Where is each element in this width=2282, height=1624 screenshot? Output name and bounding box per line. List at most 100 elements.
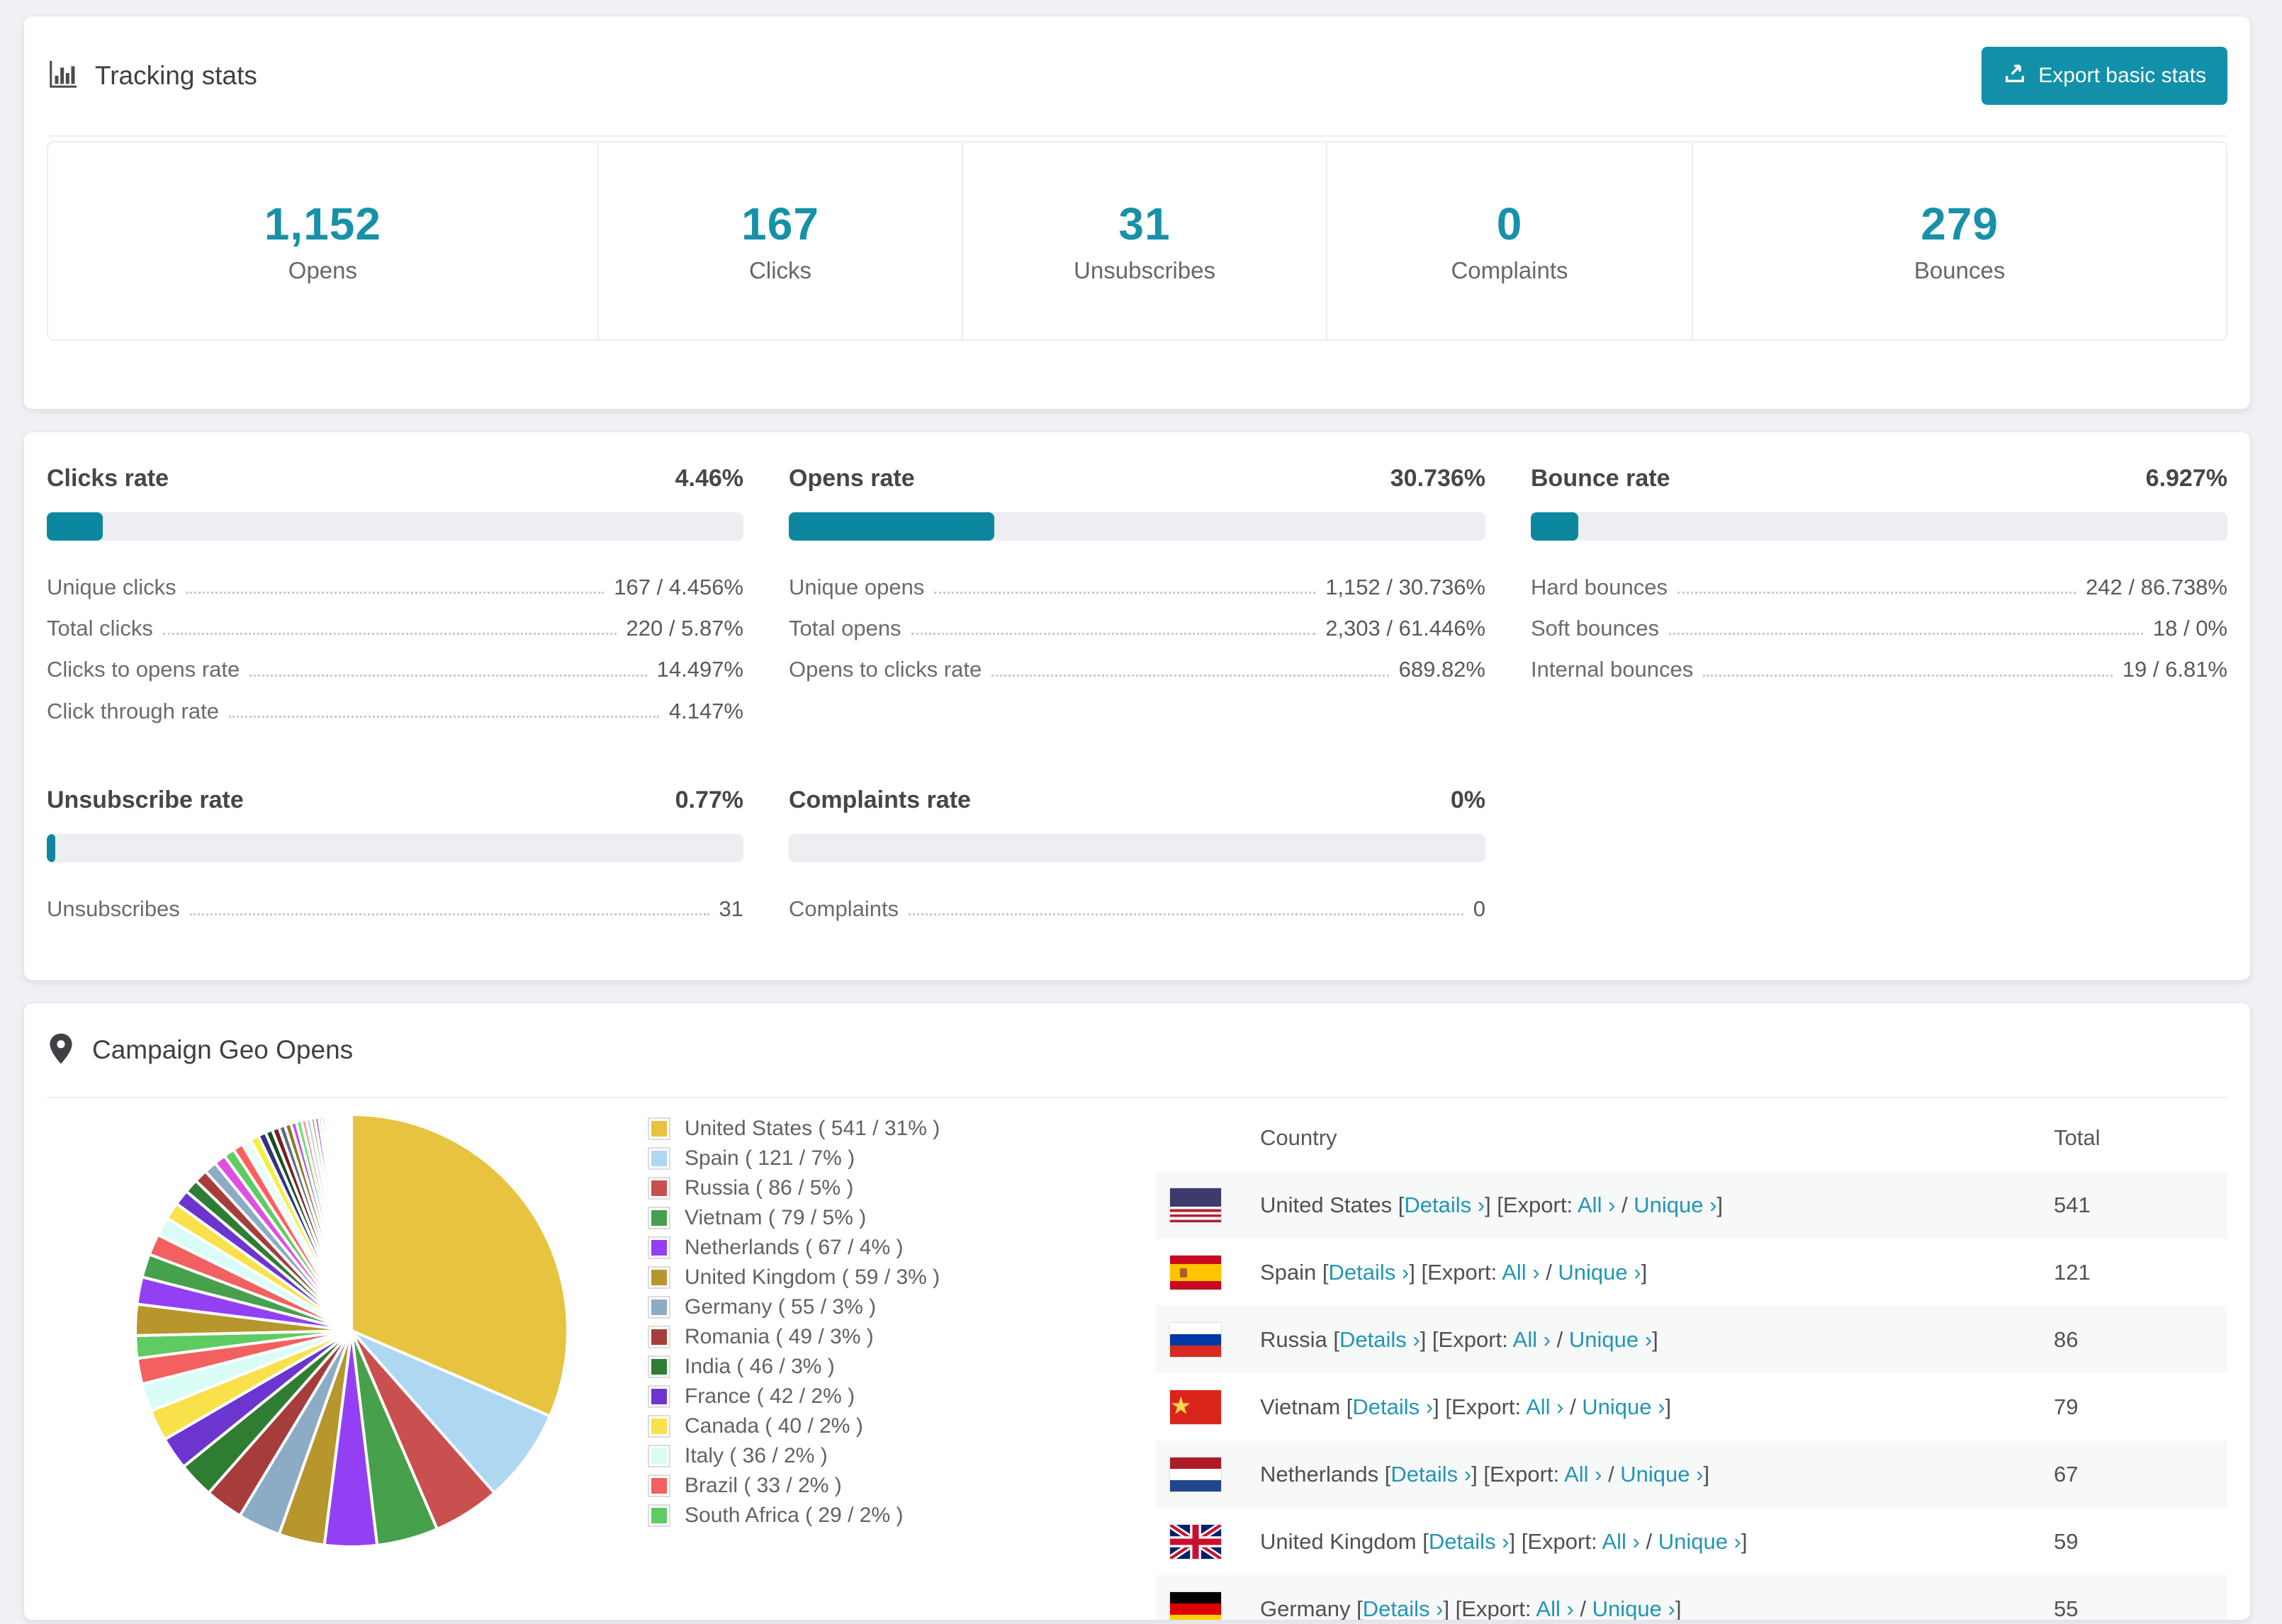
details-link[interactable]: Details › xyxy=(1429,1529,1510,1554)
dotted-leader xyxy=(186,592,605,594)
geo-content: United States ( 541 / 31% ) Spain ( 121 /… xyxy=(47,1104,2227,1620)
legend-item-italy[interactable]: Italy ( 36 / 2% ) xyxy=(648,1441,1046,1471)
rate-row-unsubscribes: Unsubscribes 31 xyxy=(47,896,743,921)
pie-slice-other[interactable] xyxy=(349,1113,353,1331)
rate-block-complaints-rate: Complaints rate 0% Complaints 0 xyxy=(789,786,1485,939)
details-link[interactable]: Details › xyxy=(1339,1327,1420,1352)
stat-value: 0 xyxy=(1496,198,1523,249)
rate-row-unique-clicks: Unique clicks 167 / 4.456% xyxy=(47,575,743,599)
legend-item-south-africa[interactable]: South Africa ( 29 / 2% ) xyxy=(648,1501,1046,1530)
legend-item-canada[interactable]: Canada ( 40 / 2% ) xyxy=(648,1411,1046,1441)
dotted-leader xyxy=(991,674,1389,677)
export-unique-link[interactable]: Unique › xyxy=(1620,1462,1703,1487)
export-icon xyxy=(2003,61,2027,91)
rate-row-value: 4.147% xyxy=(668,698,743,723)
dotted-leader xyxy=(909,913,1463,916)
legend-item-france[interactable]: France ( 42 / 2% ) xyxy=(648,1382,1046,1411)
rate-header: Opens rate 30.736% xyxy=(789,465,1485,492)
legend-item-germany[interactable]: Germany ( 55 / 3% ) xyxy=(648,1292,1046,1322)
rate-row-label: Clicks to opens rate xyxy=(47,657,240,682)
export-unique-link[interactable]: Unique › xyxy=(1558,1260,1641,1285)
progress-bar-fill xyxy=(47,833,55,862)
rate-row-value: 2,303 / 61.446% xyxy=(1325,616,1485,641)
progress-bar-fill xyxy=(1531,512,1578,541)
export-all-link[interactable]: All › xyxy=(1564,1462,1602,1487)
rate-block-bounce-rate: Bounce rate 6.927% Hard bounces 242 / 86.73… xyxy=(1531,465,2227,741)
rate-row-click-through-rate: Click through rate 4.147% xyxy=(47,698,743,723)
legend-item-vietnam[interactable]: Vietnam ( 79 / 5% ) xyxy=(648,1203,1046,1233)
page-title: Tracking stats xyxy=(95,61,257,90)
export-all-link[interactable]: All › xyxy=(1502,1260,1539,1285)
legend-label: South Africa ( 29 / 2% ) xyxy=(685,1504,904,1528)
export-all-link[interactable]: All › xyxy=(1526,1394,1563,1419)
export-unique-link[interactable]: Unique › xyxy=(1592,1596,1675,1620)
progress-bar-track xyxy=(47,512,743,541)
rate-row-value: 220 / 5.87% xyxy=(626,616,743,641)
export-unique-link[interactable]: Unique › xyxy=(1582,1394,1665,1419)
flag-ru-icon xyxy=(1170,1322,1221,1357)
legend-swatch xyxy=(648,1504,670,1528)
header-divider xyxy=(47,135,2227,137)
column-header-country: Country xyxy=(1260,1124,1337,1150)
legend-item-united-states[interactable]: United States ( 541 / 31% ) xyxy=(648,1114,1046,1144)
export-all-link[interactable]: All › xyxy=(1578,1192,1615,1217)
legend-label: Germany ( 55 / 3% ) xyxy=(685,1295,877,1319)
geo-header: Campaign Geo Opens xyxy=(47,1003,2227,1097)
rate-row-value: 31 xyxy=(719,896,743,921)
progress-bar-track xyxy=(789,512,1485,541)
bar-chart-icon xyxy=(47,58,79,94)
export-all-link[interactable]: All › xyxy=(1513,1327,1551,1352)
export-all-link[interactable]: All › xyxy=(1602,1529,1639,1554)
export-unique-link[interactable]: Unique › xyxy=(1634,1192,1716,1217)
stat-card-bounces: 279 Bounces xyxy=(1692,142,2226,339)
table-row-russia: Russia [Details ›] [Export: All › / Uniq… xyxy=(1156,1306,2227,1374)
rate-row-label: Soft bounces xyxy=(1531,616,1659,641)
country-cell: Germany [Details ›] [Export: All › / Uni… xyxy=(1260,1596,1682,1621)
details-link[interactable]: Details › xyxy=(1352,1394,1433,1419)
rate-header: Unsubscribe rate 0.77% xyxy=(47,786,743,814)
stat-label: Unsubscribes xyxy=(1074,257,1215,283)
legend-item-romania[interactable]: Romania ( 49 / 3% ) xyxy=(648,1322,1046,1352)
progress-bar-fill xyxy=(789,512,994,541)
legend-swatch xyxy=(648,1415,670,1438)
rate-header: Bounce rate 6.927% xyxy=(1531,465,2227,492)
rate-row-value: 19 / 6.81% xyxy=(2122,657,2227,682)
legend-item-russia[interactable]: Russia ( 86 / 5% ) xyxy=(648,1173,1046,1203)
legend-item-spain[interactable]: Spain ( 121 / 7% ) xyxy=(648,1144,1046,1173)
map-pin-icon xyxy=(47,1032,75,1068)
legend-swatch xyxy=(648,1266,670,1290)
total-cell: 55 xyxy=(2054,1596,2079,1621)
geo-table-header: Country Total xyxy=(1156,1104,2227,1171)
tracking-stats-card: Tracking stats Export basic stats 1,152 O… xyxy=(23,16,2251,410)
legend-swatch xyxy=(648,1207,670,1230)
rate-name: Opens rate xyxy=(789,465,915,492)
flag-es-icon xyxy=(1170,1255,1221,1290)
legend-swatch xyxy=(648,1147,670,1171)
rate-rows: Unsubscribes 31 xyxy=(47,896,743,921)
flag-nl-icon xyxy=(1170,1457,1221,1492)
legend-swatch xyxy=(648,1236,670,1260)
legend-item-united-kingdom[interactable]: United Kingdom ( 59 / 3% ) xyxy=(648,1263,1046,1292)
export-unique-link[interactable]: Unique › xyxy=(1658,1529,1741,1554)
legend-item-netherlands[interactable]: Netherlands ( 67 / 4% ) xyxy=(648,1233,1046,1263)
details-link[interactable]: Details › xyxy=(1404,1192,1485,1217)
legend-label: Romania ( 49 / 3% ) xyxy=(685,1325,874,1349)
total-cell: 59 xyxy=(2054,1528,2079,1554)
legend-item-brazil[interactable]: Brazil ( 33 / 2% ) xyxy=(648,1471,1046,1501)
legend-label: Russia ( 86 / 5% ) xyxy=(685,1176,854,1200)
total-cell: 86 xyxy=(2054,1326,2079,1352)
export-basic-stats-button[interactable]: Export basic stats xyxy=(1982,47,2227,105)
dotted-leader xyxy=(228,715,659,718)
rate-row-label: Unique clicks xyxy=(47,575,176,599)
details-link[interactable]: Details › xyxy=(1363,1596,1444,1620)
rate-row-internal-bounces: Internal bounces 19 / 6.81% xyxy=(1531,658,2227,681)
legend-item-india[interactable]: India ( 46 / 3% ) xyxy=(648,1352,1046,1382)
tracking-stats-header: Tracking stats Export basic stats xyxy=(47,16,2227,135)
legend-label: United Kingdom ( 59 / 3% ) xyxy=(685,1265,940,1290)
details-link[interactable]: Details › xyxy=(1390,1462,1471,1487)
export-all-link[interactable]: All › xyxy=(1536,1596,1573,1620)
legend-swatch xyxy=(648,1474,670,1498)
details-link[interactable]: Details › xyxy=(1329,1260,1410,1285)
legend-swatch xyxy=(648,1296,670,1319)
export-unique-link[interactable]: Unique › xyxy=(1569,1327,1652,1352)
